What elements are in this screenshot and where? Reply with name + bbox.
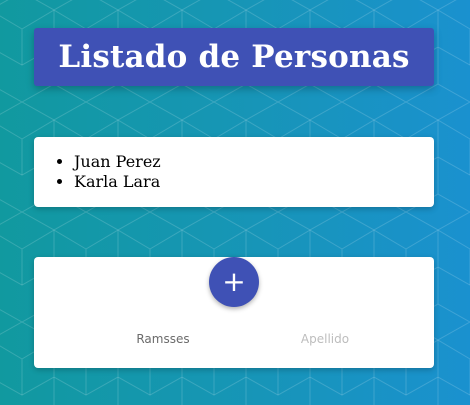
title-banner: Listado de Personas bbox=[34, 28, 434, 86]
add-persona-button[interactable]: + bbox=[209, 257, 259, 307]
apellido-input[interactable] bbox=[260, 330, 390, 348]
personas-list: Juan Perez Karla Lara bbox=[34, 137, 434, 192]
nombre-input[interactable] bbox=[98, 330, 228, 348]
page-title: Listado de Personas bbox=[58, 39, 410, 75]
personas-list-card: Juan Perez Karla Lara bbox=[34, 137, 434, 207]
list-item: Juan Perez bbox=[74, 152, 434, 172]
add-persona-form: + bbox=[34, 257, 434, 368]
list-item: Karla Lara bbox=[74, 172, 434, 192]
